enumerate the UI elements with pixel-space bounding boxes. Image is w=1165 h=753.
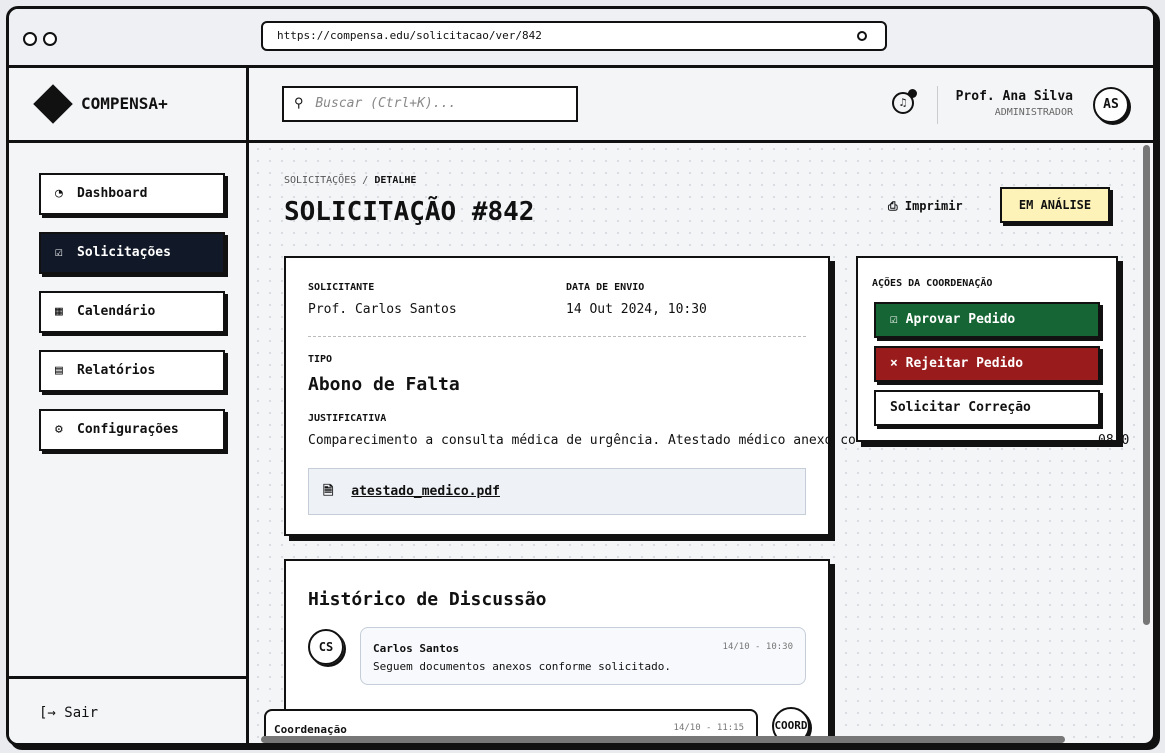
logo-icon bbox=[33, 84, 73, 124]
main-content: SOLICITAÇÕES / DETALHE SOLICITAÇÃO #842 … bbox=[252, 143, 1142, 739]
sidebar-item-relatorios[interactable]: ▤ Relatórios bbox=[39, 350, 225, 392]
type-label: TIPO bbox=[308, 354, 333, 365]
approve-button[interactable]: ☑ Aprovar Pedido bbox=[874, 302, 1100, 338]
sidebar-item-label: Relatórios bbox=[77, 363, 156, 378]
date-value: 14 Out 2024, 10:30 bbox=[566, 302, 707, 317]
avatar: COORD bbox=[772, 707, 810, 739]
vertical-scrollbar[interactable] bbox=[1143, 145, 1150, 625]
reject-button[interactable]: × Rejeitar Pedido bbox=[874, 346, 1100, 382]
breadcrumb-separator: / bbox=[356, 175, 375, 186]
pie-chart-icon: ◔ bbox=[55, 186, 63, 201]
print-label: Imprimir bbox=[904, 199, 963, 213]
breadcrumb: SOLICITAÇÕES / DETALHE bbox=[284, 175, 416, 186]
sidebar-item-label: Solicitações bbox=[77, 245, 171, 260]
breadcrumb-parent[interactable]: SOLICITAÇÕES bbox=[284, 175, 356, 186]
attachment[interactable]: 🗎 atestado_medico.pdf bbox=[308, 468, 806, 515]
window-control-close[interactable] bbox=[23, 32, 37, 46]
page-title: SOLICITAÇÃO #842 bbox=[284, 197, 535, 227]
check-square-icon: ☑ bbox=[890, 312, 898, 327]
sidebar-item-configuracoes[interactable]: ⚙ Configurações bbox=[39, 409, 225, 451]
requester-label: SOLICITANTE bbox=[308, 282, 375, 293]
sidebar-item-dashboard[interactable]: ◔ Dashboard bbox=[39, 173, 225, 215]
address-url: https://compensa.edu/solicitacao/ver/842 bbox=[277, 29, 542, 42]
attachment-link[interactable]: atestado_medico.pdf bbox=[351, 484, 500, 499]
approve-label: Aprovar Pedido bbox=[905, 312, 1016, 327]
top-bar: ⚲ Buscar (Ctrl+K)... ♫ Prof. Ana Silva A… bbox=[249, 68, 1153, 143]
request-details-card: SOLICITANTE Prof. Carlos Santos DATA DE … bbox=[284, 256, 856, 536]
user-name: Prof. Ana Silva bbox=[955, 89, 1073, 104]
status-badge: EM ANÁLISE bbox=[1000, 187, 1110, 223]
app-window: https://compensa.edu/solicitacao/ver/842… bbox=[6, 6, 1156, 746]
avatar: CS bbox=[308, 629, 344, 665]
message-time: 14/10 - 10:30 bbox=[722, 642, 793, 652]
logout-label: Sair bbox=[64, 705, 99, 721]
date-label: DATA DE ENVIO bbox=[566, 282, 645, 293]
search-icon: ⚲ bbox=[294, 96, 304, 111]
search-input[interactable]: ⚲ Buscar (Ctrl+K)... bbox=[282, 86, 578, 122]
message-text: Seguem documentos anexos conforme solici… bbox=[373, 660, 672, 673]
logout-button[interactable]: [→ Sair bbox=[9, 676, 246, 743]
browser-chrome: https://compensa.edu/solicitacao/ver/842 bbox=[9, 9, 1153, 68]
reject-label: Rejeitar Pedido bbox=[905, 356, 1024, 371]
divider bbox=[937, 86, 938, 124]
printer-icon: ⎙ bbox=[888, 199, 898, 213]
window-control-minimize[interactable] bbox=[43, 32, 57, 46]
type-value: Abono de Falta bbox=[308, 374, 460, 395]
breadcrumb-current: DETALHE bbox=[374, 175, 417, 186]
sidebar-item-label: Calendário bbox=[77, 304, 156, 319]
requester-value: Prof. Carlos Santos bbox=[308, 302, 457, 317]
check-square-icon: ☑ bbox=[55, 245, 63, 260]
logout-icon: [→ bbox=[39, 705, 56, 721]
file-icon: 🗎 bbox=[323, 484, 334, 499]
address-bar[interactable]: https://compensa.edu/solicitacao/ver/842 bbox=[261, 21, 887, 51]
sidebar-item-label: Dashboard bbox=[77, 186, 148, 201]
coordination-actions-card: AÇÕES DA COORDENAÇÃO ☑ Aprovar Pedido × … bbox=[856, 256, 1118, 442]
history-title: Histórico de Discussão bbox=[308, 589, 547, 610]
close-icon: × bbox=[890, 356, 898, 371]
sidebar-item-calendario[interactable]: ▦ Calendário bbox=[39, 291, 225, 333]
message-time: 14/10 - 11:15 bbox=[673, 723, 744, 733]
brand-area: COMPENSA+ bbox=[9, 68, 249, 143]
sidebar-item-label: Configurações bbox=[77, 422, 179, 437]
reload-icon[interactable] bbox=[857, 31, 867, 41]
horizontal-scrollbar[interactable] bbox=[261, 736, 1065, 743]
notification-dot bbox=[908, 89, 917, 98]
sidebar: ◔ Dashboard ☑ Solicitações ▦ Calendário ▤ Re… bbox=[9, 143, 249, 743]
sidebar-item-solicitacoes[interactable]: ☑ Solicitações bbox=[39, 232, 225, 274]
calendar-icon: ▦ bbox=[55, 304, 63, 319]
gear-icon: ⚙ bbox=[55, 422, 63, 437]
search-placeholder: Buscar (Ctrl+K)... bbox=[315, 96, 457, 111]
print-button[interactable]: ⎙ Imprimir bbox=[888, 199, 963, 214]
request-correction-button[interactable]: Solicitar Correção bbox=[874, 390, 1100, 426]
brand-name: COMPENSA+ bbox=[81, 94, 168, 113]
justification-overflow-text: 08:0 bbox=[1098, 433, 1130, 448]
justification-label: JUSTIFICATIVA bbox=[308, 413, 387, 424]
message-author: Carlos Santos bbox=[373, 642, 460, 655]
actions-title: AÇÕES DA COORDENAÇÃO bbox=[872, 278, 993, 289]
divider bbox=[308, 336, 806, 337]
avatar[interactable]: AS bbox=[1093, 87, 1129, 123]
justification-text: Comparecimento a consulta médica de urgê… bbox=[308, 433, 856, 448]
list-item: Coordenação 14/10 - 11:15 bbox=[264, 709, 758, 739]
list-item: Carlos Santos 14/10 - 10:30 Seguem docum… bbox=[360, 627, 806, 685]
message-author: Coordenação bbox=[274, 723, 347, 736]
document-icon: ▤ bbox=[55, 363, 63, 378]
user-role: ADMINISTRADOR bbox=[994, 107, 1073, 118]
